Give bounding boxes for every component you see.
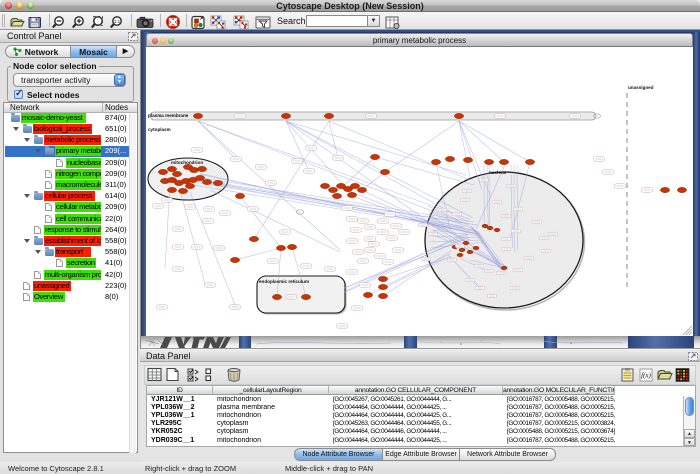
svg-text:f(x): f(x) (641, 372, 651, 380)
svg-text:unassigned: unassigned (628, 85, 654, 90)
svg-text:nucleus: nucleus (489, 170, 507, 175)
svg-text:1:1: 1:1 (114, 19, 121, 24)
svg-text:mitochondrion: mitochondrion (171, 160, 203, 165)
svg-text:cytoplasm: cytoplasm (148, 127, 171, 132)
svg-text:endoplasmic reticulum: endoplasmic reticulum (259, 279, 309, 284)
svg-text:plasma membrane: plasma membrane (148, 113, 189, 118)
